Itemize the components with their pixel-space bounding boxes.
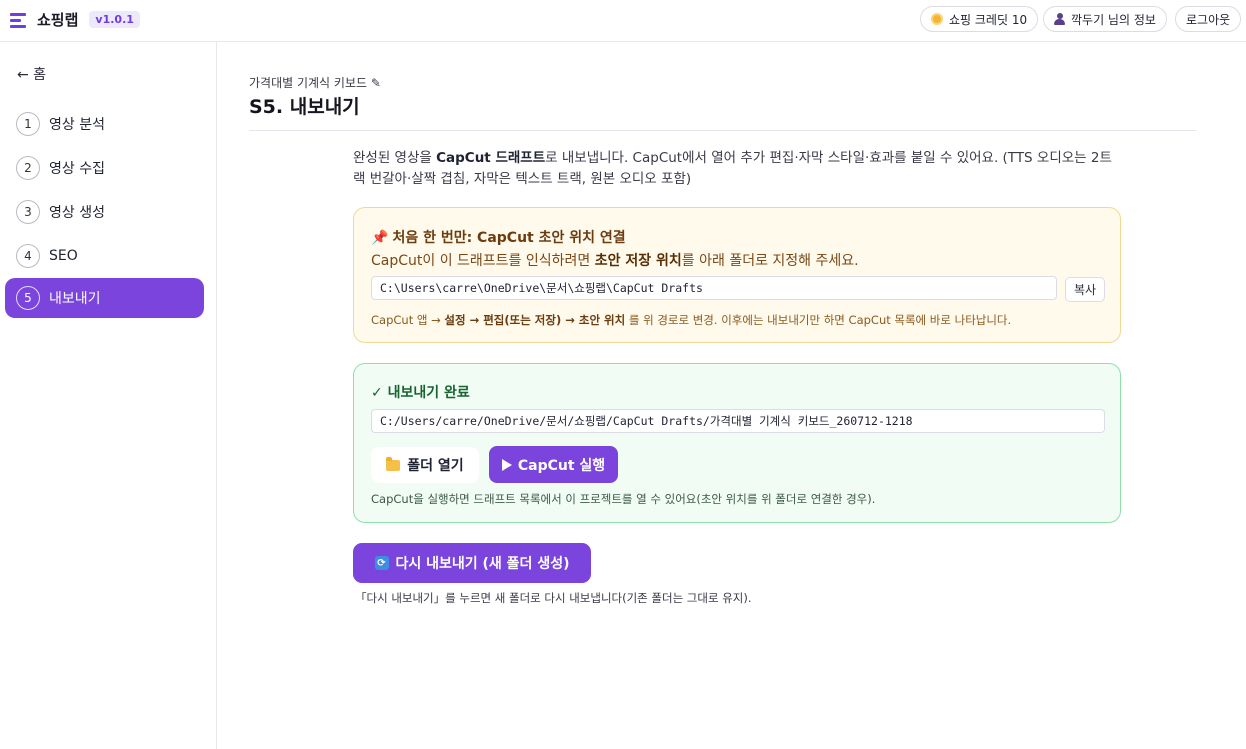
sidebar-item-export[interactable]: 5 내보내기: [5, 278, 204, 318]
capcut-setup-card: 📌 처음 한 번만: CapCut 초안 위치 연결 CapCut이 이 드래프트…: [353, 207, 1121, 343]
user-icon: [1054, 13, 1065, 25]
export-path-field[interactable]: C:/Users/carre/OneDrive/문서/쇼핑랩/CapCut Dr…: [371, 409, 1105, 433]
setup-card-text: CapCut이 이 드래프트를 인식하려면 초안 저장 위치를 아래 폴더로 지…: [371, 253, 859, 269]
drafts-path-field[interactable]: C:\Users\carre\OneDrive\문서\쇼핑랩\CapCut Dr…: [371, 276, 1057, 300]
logout-button[interactable]: 로그아웃: [1175, 6, 1242, 32]
step-number: 1: [16, 112, 40, 136]
sidebar-item-label: 영상 분석: [49, 117, 105, 133]
app-name: 쇼핑랩: [37, 11, 79, 29]
sidebar-item-video-analysis[interactable]: 1 영상 분석: [5, 104, 204, 144]
user-info-button[interactable]: 깍두기 님의 정보: [1043, 6, 1167, 32]
version-badge: v1.0.1: [89, 11, 140, 28]
folder-icon: [386, 456, 401, 471]
step-number: 4: [16, 244, 40, 268]
credits-label: 쇼핑 크레딧 10: [949, 12, 1028, 27]
logo[interactable]: 쇼핑랩 v1.0.1: [10, 9, 140, 30]
reexport-button[interactable]: ⟳ 다시 내보내기 (새 폴더 생성): [353, 543, 591, 583]
sidebar-item-seo[interactable]: 4 SEO: [5, 236, 204, 276]
play-icon: [501, 458, 512, 471]
step-number: 2: [16, 156, 40, 180]
page-title: S5. 내보내기: [249, 96, 360, 118]
copy-button[interactable]: 복사: [1065, 277, 1105, 302]
sidebar-item-label: 내보내기: [49, 291, 101, 307]
top-bar: 쇼핑랩 v1.0.1 쇼핑 크레딧 10 깍두기 님의 정보 로그아웃: [0, 0, 1246, 42]
logout-label: 로그아웃: [1186, 12, 1231, 27]
user-info-label: 깍두기 님의 정보: [1071, 12, 1156, 27]
sidebar-item-label: 영상 생성: [49, 205, 105, 221]
export-done-note: CapCut을 실행하면 드래프트 목록에서 이 프로젝트를 열 수 있어요(초…: [371, 492, 876, 506]
open-folder-button[interactable]: 폴더 열기: [371, 447, 479, 483]
page-description: 완성된 영상을 CapCut 드래프트로 내보냅니다. CapCut에서 열어 …: [353, 150, 1112, 187]
sidebar: ← 홈 1 영상 분석 2 영상 수집 3 영상 생성 4 SEO 5 내보내기: [0, 42, 217, 749]
step-number: 3: [16, 200, 40, 224]
back-home-link[interactable]: ← 홈: [17, 64, 46, 84]
open-folder-label: 폴더 열기: [407, 458, 464, 474]
export-done-card: ✓ 내보내기 완료 C:/Users/carre/OneDrive/문서/쇼핑랩…: [353, 363, 1121, 523]
step-number: 5: [16, 286, 40, 310]
sidebar-item-video-generate[interactable]: 3 영상 생성: [5, 192, 204, 232]
menu-logo-icon: [10, 12, 28, 28]
divider: [249, 130, 1196, 131]
pin-icon: 📌: [371, 230, 389, 246]
sidebar-item-label: 영상 수집: [49, 161, 105, 177]
export-done-title: ✓ 내보내기 완료: [371, 385, 470, 401]
refresh-icon: ⟳: [374, 556, 389, 570]
setup-card-note: CapCut 앱 → 설정 → 편집(또는 저장) → 초안 위치 를 위 경로…: [371, 313, 1012, 327]
run-capcut-button[interactable]: CapCut 실행: [489, 446, 618, 483]
credits-button[interactable]: 쇼핑 크레딧 10: [920, 6, 1039, 32]
sidebar-item-label: SEO: [49, 248, 78, 264]
run-capcut-label: CapCut 실행: [517, 457, 606, 474]
coin-icon: [931, 13, 943, 25]
sidebar-item-video-collect[interactable]: 2 영상 수집: [5, 148, 204, 188]
setup-card-title: 📌 처음 한 번만: CapCut 초안 위치 연결: [371, 230, 626, 246]
reexport-note: 「다시 내보내기」를 누르면 새 폴더로 다시 내보냅니다(기존 폴더는 그대로…: [355, 591, 752, 605]
breadcrumb[interactable]: 가격대별 기계식 키보드 ✎: [249, 74, 381, 91]
reexport-label: 다시 내보내기 (새 폴더 생성): [395, 556, 570, 572]
